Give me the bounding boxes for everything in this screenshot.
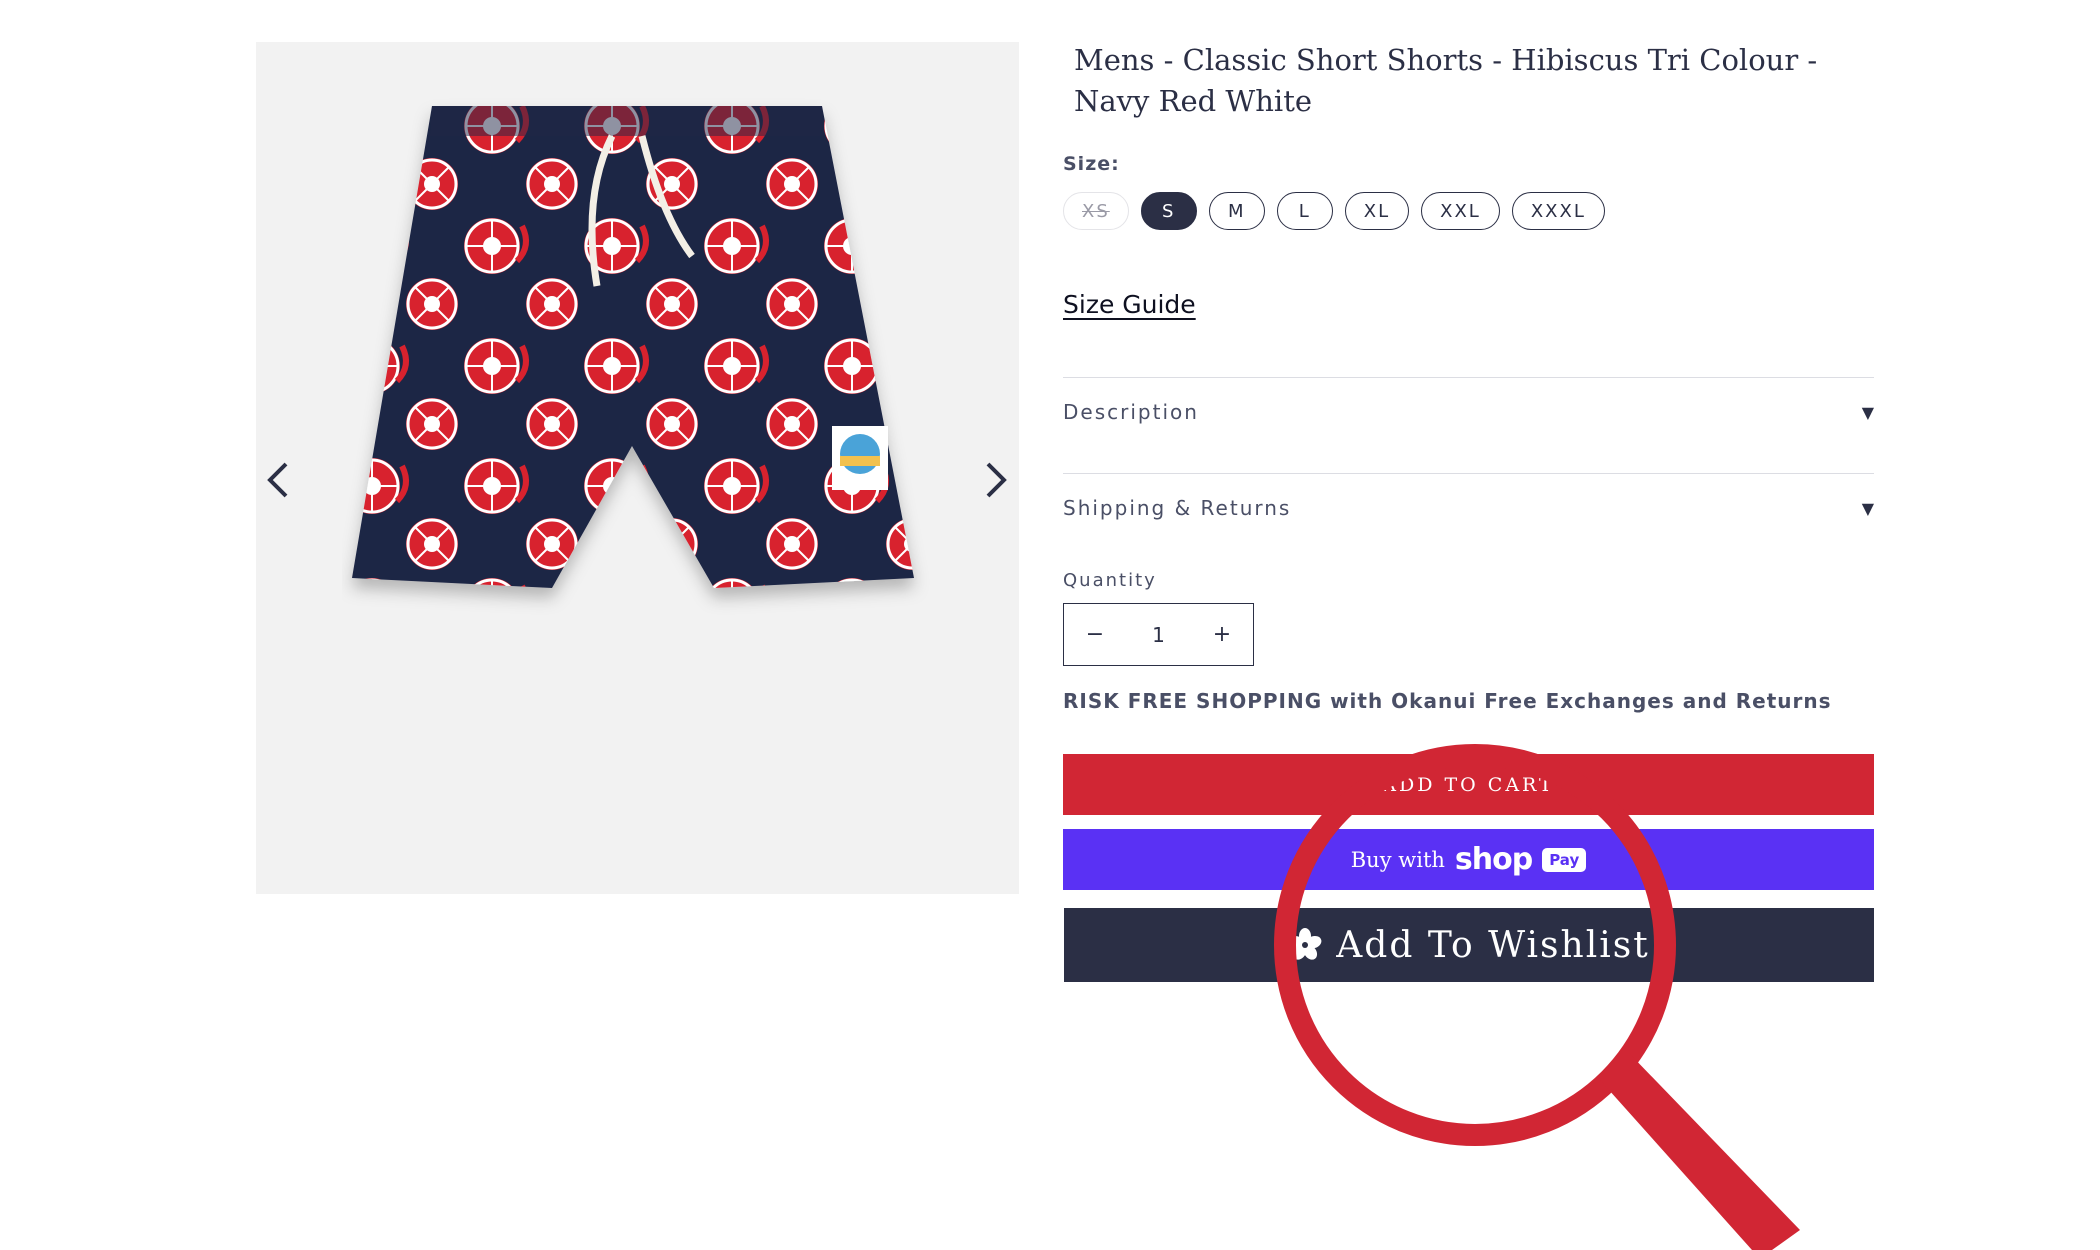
accordion-label: Description — [1063, 400, 1199, 424]
size-options: XS S M L XL XXL XXXL — [1063, 192, 1605, 230]
caret-down-icon: ▼ — [1861, 402, 1874, 422]
size-option-xs[interactable]: XS — [1063, 192, 1129, 230]
size-option-xxl[interactable]: XXL — [1421, 192, 1500, 230]
risk-free-text: RISK FREE SHOPPING with Okanui Free Exch… — [1063, 689, 1832, 713]
buy-with-shop-pay-button[interactable]: Buy with shop Pay — [1063, 829, 1874, 890]
product-image — [352, 106, 914, 588]
divider — [1063, 473, 1874, 474]
quantity-label: Quantity — [1063, 570, 1157, 591]
wishlist-label: Add To Wishlist — [1336, 924, 1650, 966]
size-option-s[interactable]: S — [1140, 192, 1197, 230]
chevron-right-icon — [986, 462, 1007, 498]
size-option-xl[interactable]: XL — [1344, 192, 1410, 230]
quantity-decrease-button[interactable]: − — [1064, 622, 1126, 647]
chevron-left-icon — [267, 462, 288, 498]
size-option-xxxl[interactable]: XXXL — [1511, 192, 1605, 230]
quantity-stepper: − 1 + — [1063, 603, 1254, 666]
size-label: Size: — [1063, 153, 1120, 175]
hibiscus-flower-icon — [1288, 928, 1322, 960]
buy-with-label: Buy with — [1350, 847, 1445, 872]
product-title: Mens - Classic Short Shorts - Hibiscus T… — [1074, 43, 1818, 118]
product-gallery — [256, 42, 1019, 894]
shop-logo: shop — [1454, 842, 1533, 877]
size-option-m[interactable]: M — [1208, 192, 1265, 230]
gallery-prev-button[interactable] — [256, 450, 300, 510]
divider — [1063, 377, 1874, 378]
gallery-next-button[interactable] — [974, 450, 1018, 510]
size-option-l[interactable]: L — [1276, 192, 1333, 230]
caret-down-icon: ▼ — [1861, 498, 1874, 518]
add-to-cart-button[interactable]: ADD TO CART — [1063, 754, 1874, 815]
accordion-label: Shipping & Returns — [1063, 496, 1292, 520]
quantity-increase-button[interactable]: + — [1191, 622, 1253, 647]
add-to-wishlist-button[interactable]: Add To Wishlist — [1064, 908, 1874, 982]
size-guide-link[interactable]: Size Guide — [1063, 290, 1196, 319]
accordion-description[interactable]: Description ▼ — [1063, 400, 1874, 424]
pay-badge: Pay — [1542, 847, 1587, 872]
quantity-value[interactable]: 1 — [1126, 623, 1191, 647]
accordion-shipping-returns[interactable]: Shipping & Returns ▼ — [1063, 496, 1874, 520]
